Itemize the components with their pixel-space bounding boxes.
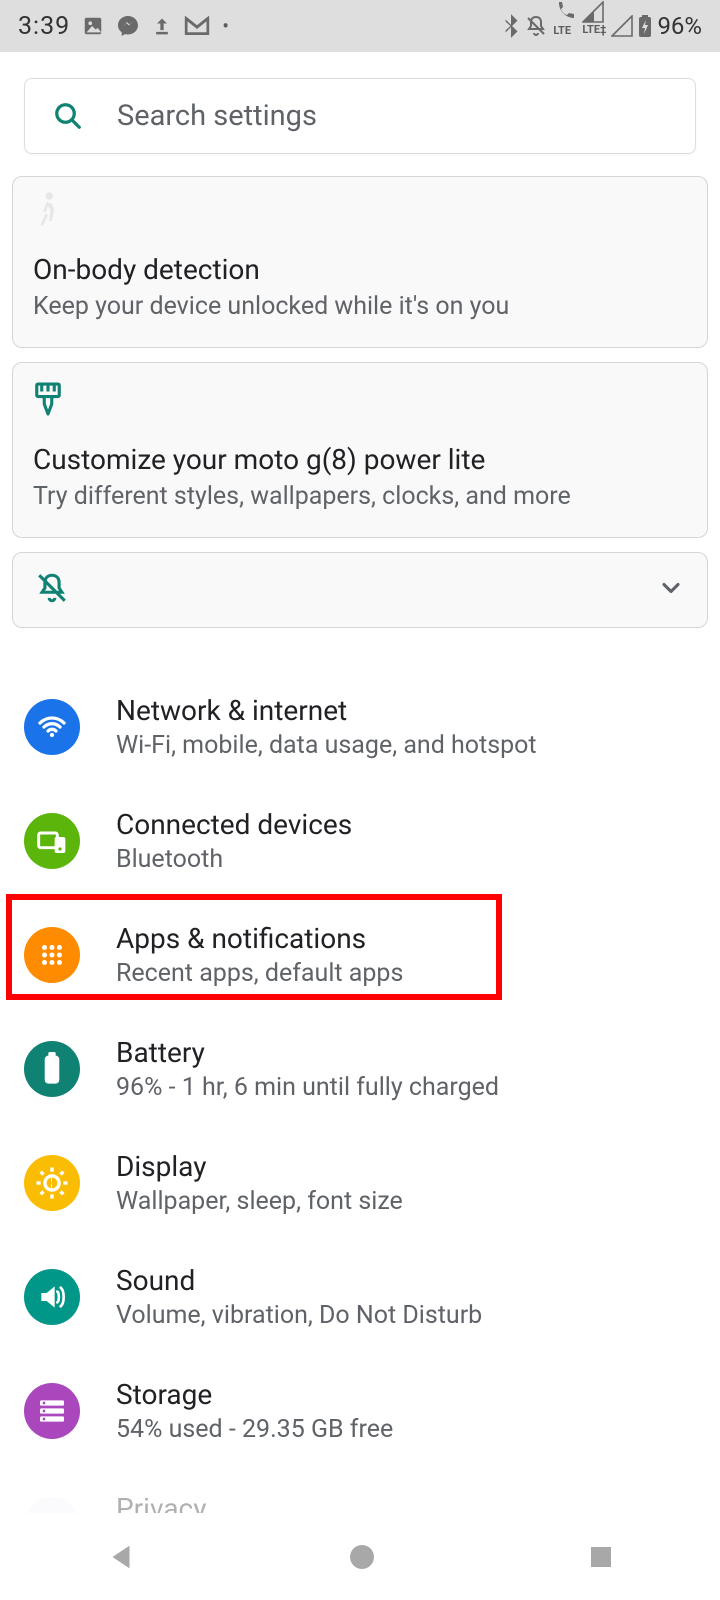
bluetooth-icon	[503, 13, 519, 39]
setting-title: Sound	[116, 1264, 482, 1297]
sound-icon	[24, 1269, 80, 1325]
dnd-status-icon	[524, 14, 548, 38]
setting-title: Connected devices	[116, 808, 352, 841]
setting-connected-devices[interactable]: Connected devices Bluetooth	[0, 784, 720, 898]
photo-icon	[82, 15, 104, 37]
setting-subtitle: Bluetooth	[116, 845, 352, 874]
volte-icon: LTE	[553, 0, 577, 53]
wifi-icon	[24, 699, 80, 755]
walk-icon	[33, 191, 687, 223]
card-dnd-collapsed[interactable]	[12, 552, 708, 628]
search-settings-bar[interactable]: Search settings	[24, 78, 696, 154]
setting-privacy[interactable]: Privacy Permissions, account activity, p…	[0, 1468, 720, 1513]
setting-title: Battery	[116, 1036, 499, 1069]
gmail-icon	[184, 16, 210, 36]
setting-subtitle: 96% - 1 hr, 6 min until fully charged	[116, 1073, 499, 1102]
setting-network[interactable]: Network & internet Wi-Fi, mobile, data u…	[0, 670, 720, 784]
setting-title: Network & internet	[116, 694, 537, 727]
nav-recents-button[interactable]	[586, 1542, 616, 1572]
card-customize[interactable]: Customize your moto g(8) power lite Try …	[12, 362, 708, 538]
upload-icon	[152, 14, 172, 38]
setting-subtitle: Wallpaper, sleep, font size	[116, 1187, 403, 1216]
setting-sound[interactable]: Sound Volume, vibration, Do Not Disturb	[0, 1240, 720, 1354]
setting-storage[interactable]: Storage 54% used - 29.35 GB free	[0, 1354, 720, 1468]
search-icon	[53, 101, 83, 131]
setting-title: Apps & notifications	[116, 922, 403, 955]
card-onbody-detection[interactable]: On-body detection Keep your device unloc…	[12, 176, 708, 348]
bell-off-icon	[35, 571, 69, 609]
setting-title: Storage	[116, 1378, 393, 1411]
setting-subtitle: Recent apps, default apps	[116, 959, 403, 988]
brush-icon	[33, 381, 687, 413]
setting-battery[interactable]: Battery 96% - 1 hr, 6 min until fully ch…	[0, 1012, 720, 1126]
setting-apps-notifications[interactable]: Apps & notifications Recent apps, defaul…	[0, 898, 720, 1012]
privacy-icon	[24, 1497, 80, 1513]
nav-back-button[interactable]	[104, 1540, 138, 1574]
apps-icon	[24, 927, 80, 983]
messenger-icon	[116, 14, 140, 38]
setting-display[interactable]: Display Wallpaper, sleep, font size	[0, 1126, 720, 1240]
status-time: 3:39	[18, 12, 70, 41]
setting-subtitle: Wi-Fi, mobile, data usage, and hotspot	[116, 731, 537, 760]
navigation-bar	[0, 1513, 720, 1600]
card-subtitle: Keep your device unlocked while it's on …	[33, 292, 687, 321]
devices-icon	[24, 813, 80, 869]
battery-icon	[638, 14, 652, 38]
setting-title: Display	[116, 1150, 403, 1183]
setting-title: Privacy	[116, 1492, 602, 1513]
setting-subtitle: Volume, vibration, Do Not Disturb	[116, 1301, 482, 1330]
card-title: Customize your moto g(8) power lite	[33, 443, 687, 476]
card-subtitle: Try different styles, wallpapers, clocks…	[33, 482, 687, 511]
more-icon: •	[222, 14, 229, 38]
nav-home-button[interactable]	[346, 1541, 378, 1573]
status-bar: 3:39 • LTE LTE‡ 96%	[0, 0, 720, 52]
signal-1-icon: LTE‡	[582, 1, 606, 52]
card-title: On-body detection	[33, 253, 687, 286]
brightness-icon	[24, 1155, 80, 1211]
battery-percent: 96%	[657, 12, 702, 40]
signal-2-icon	[611, 15, 633, 37]
chevron-down-icon	[657, 574, 685, 606]
storage-icon	[24, 1383, 80, 1439]
battery-menu-icon	[24, 1041, 80, 1097]
setting-subtitle: 54% used - 29.35 GB free	[116, 1415, 393, 1444]
search-placeholder: Search settings	[117, 99, 317, 133]
